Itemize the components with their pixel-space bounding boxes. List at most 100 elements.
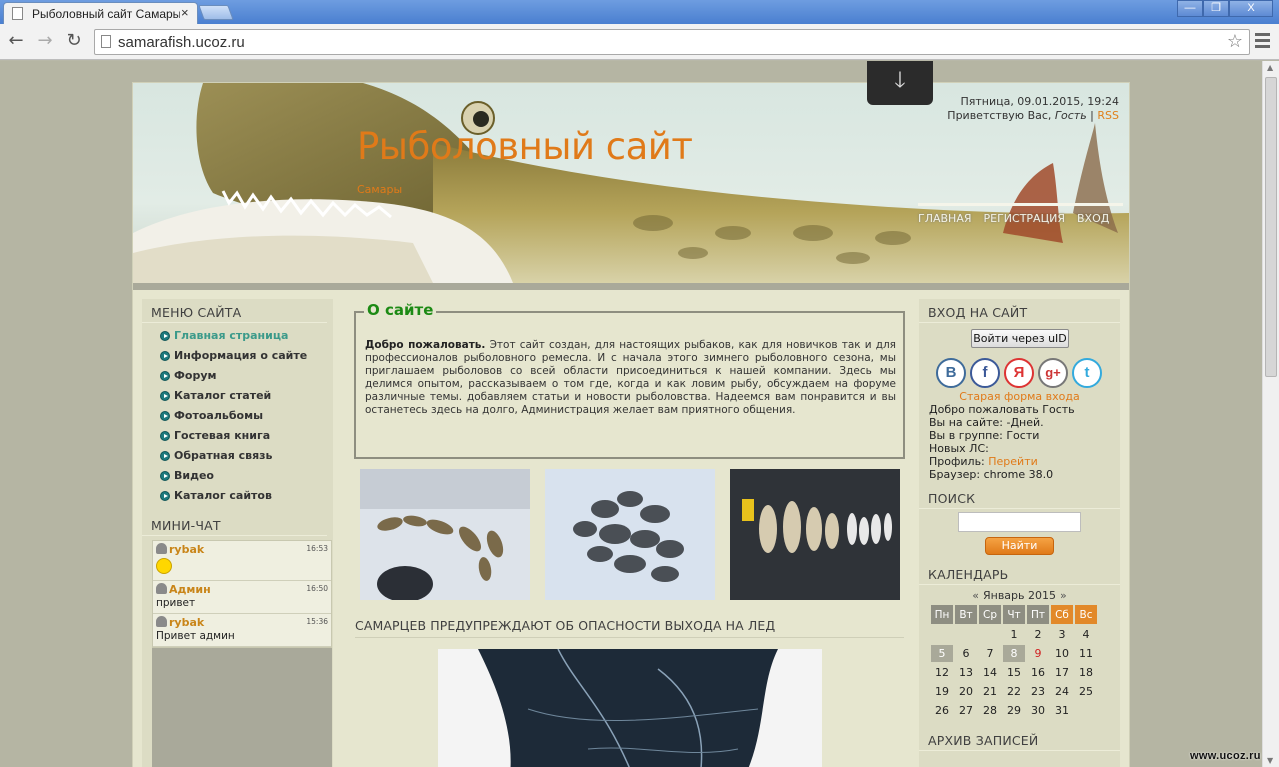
chat-time: 15:36 [306,617,328,626]
dow-sat: Сб [1051,605,1073,624]
chat-text: Привет админ [156,630,235,642]
page-favicon-icon [12,7,23,20]
yandex-icon[interactable]: Я [1004,358,1034,388]
menu-item-articles[interactable]: Каталог статей [142,386,333,406]
calendar-day: 25 [1079,685,1093,698]
browser-tab[interactable]: Рыболовный сайт Самары - × [3,2,198,24]
calendar-day: 19 [935,685,949,698]
bullet-arrow-icon [160,331,170,341]
close-window-button[interactable]: X [1229,0,1273,17]
calendar-day-link[interactable]: 5 [931,645,953,662]
tab-close-icon[interactable]: × [181,5,189,20]
download-arrow-icon[interactable]: 🡓 [867,61,933,105]
calendar-day: 18 [1079,666,1093,679]
new-tab-button[interactable] [198,5,234,20]
dow-wed: Ср [979,605,1001,624]
calendar-day: 3 [1058,628,1066,641]
menu-item-sites[interactable]: Каталог сайтов [142,486,333,506]
facebook-icon[interactable]: f [970,358,1000,388]
calendar-day-link[interactable]: 8 [1003,645,1025,662]
maximize-button[interactable]: ❐ [1203,0,1229,17]
google-plus-icon[interactable]: g+ [1038,358,1068,388]
nav-home[interactable]: ГЛАВНАЯ [918,212,972,225]
browser-menu-icon[interactable] [1255,33,1270,51]
twitter-icon[interactable]: t [1072,358,1102,388]
news-image[interactable] [438,649,822,767]
calendar-day [979,626,1001,643]
dow-fri: Пт [1027,605,1049,624]
header-divider [133,283,1129,290]
group-text: Вы в группе: Гости [929,429,1040,442]
top-navigation: ГЛАВНАЯ РЕГИСТРАЦИЯ ВХОД [918,203,1123,225]
reload-icon[interactable]: ↻ [63,31,85,53]
photo-thumbnail[interactable] [545,469,715,600]
calendar-day: 29 [1007,704,1021,717]
main-content: О сайте Добро пожаловать. Этот сайт созд… [354,299,905,767]
nav-register[interactable]: РЕГИСТРАЦИЯ [984,212,1066,225]
menu-item-label: Форум [174,369,217,382]
bullet-arrow-icon [160,391,170,401]
photo-strip [360,469,905,600]
menu-item-forum[interactable]: Форум [142,366,333,386]
back-arrow-icon[interactable]: ← [5,31,27,53]
old-login-form-link[interactable]: Старая форма входа [919,390,1120,403]
photo-thumbnail[interactable] [730,469,900,600]
chat-nick[interactable]: rybak [169,543,204,556]
menu-item-home[interactable]: Главная страница [142,326,333,346]
vertical-scrollbar[interactable]: ▲ ▼ [1262,61,1279,767]
menu-item-photos[interactable]: Фотоальбомы [142,406,333,426]
calendar-day: 24 [1055,685,1069,698]
profile-link[interactable]: Перейти [988,455,1038,468]
bullet-arrow-icon [160,451,170,461]
browser-info-text: Браузер: chrome 38.0 [929,468,1054,481]
bookmark-star-icon[interactable]: ☆ [1227,31,1243,52]
chat-nick[interactable]: rybak [169,616,204,629]
calendar-day: 22 [1007,685,1021,698]
page-viewport: Пятница, 09.01.2015, 19:24 Приветствую В… [0,61,1262,767]
menu-item-guestbook[interactable]: Гостевая книга [142,426,333,446]
chat-nick[interactable]: Админ [169,583,211,596]
profile-line: Профиль: Перейти [919,455,1120,468]
site-header: Пятница, 09.01.2015, 19:24 Приветствую В… [133,83,1129,283]
menu-item-info[interactable]: Информация о сайте [142,346,333,366]
dow-sun: Вс [1075,605,1097,624]
site-title[interactable]: Рыболовный сайт [357,125,693,168]
chat-text [156,557,328,577]
chat-message: Админ 16:50 привет [153,581,331,614]
header-datetime: Пятница, 09.01.2015, 19:24 Приветствую В… [947,95,1119,123]
vk-icon[interactable]: В [936,358,966,388]
uid-login-button[interactable]: Войти через uID [971,329,1069,348]
ucoz-watermark: www.ucoz.ru [1190,750,1261,762]
bullet-arrow-icon [160,471,170,481]
address-bar[interactable]: samarafish.ucoz.ru ☆ [94,29,1250,55]
calendar-prev-button[interactable]: « [972,589,979,602]
site-subtitle: Самары [357,183,403,196]
menu-item-label: Каталог сайтов [174,489,272,502]
calendar-day: 1 [1010,628,1018,641]
calendar-month[interactable]: Январь 2015 [983,589,1056,602]
window-controls: — ❐ X [1177,0,1273,17]
forward-arrow-icon[interactable]: → [34,31,56,53]
rss-link[interactable]: RSS [1097,109,1119,122]
greeting-line: Приветствую Вас, Гость | RSS [947,109,1119,123]
url-text[interactable]: samarafish.ucoz.ru [118,34,245,51]
private-messages-text: Новых ЛС: [929,442,989,455]
scrollbar-thumb[interactable] [1265,77,1277,377]
profile-label: Профиль: [929,455,989,468]
menu-item-video[interactable]: Видео [142,466,333,486]
calendar-day: 30 [1031,704,1045,717]
welcome-text: Добро пожаловать Гость [929,403,1075,416]
photo-thumbnail[interactable] [360,469,530,600]
scroll-up-icon[interactable]: ▲ [1267,63,1273,72]
search-button[interactable]: Найти [985,537,1054,555]
greeting-separator: | [1086,109,1098,122]
news-headline[interactable]: САМАРЦЕВ ПРЕДУПРЕЖДАЮТ ОБ ОПАСНОСТИ ВЫХО… [355,618,904,638]
calendar-day: 7 [986,647,994,660]
menu-item-feedback[interactable]: Обратная связь [142,446,333,466]
calendar-header: « Январь 2015 » [919,589,1120,602]
minimize-button[interactable]: — [1177,0,1203,17]
nav-login[interactable]: ВХОД [1077,212,1109,225]
calendar-next-button[interactable]: » [1060,589,1067,602]
scroll-down-icon[interactable]: ▼ [1267,756,1273,765]
search-input[interactable] [958,512,1081,532]
